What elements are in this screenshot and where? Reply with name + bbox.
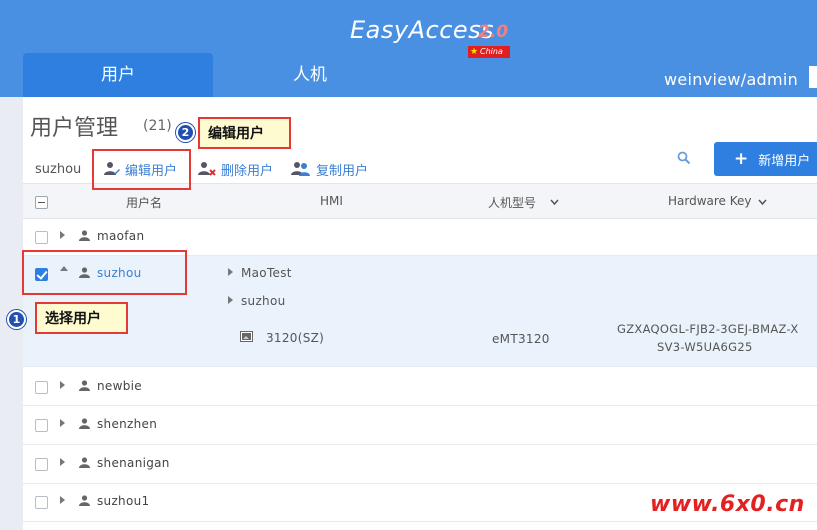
delete-user-label: 删除用户 <box>221 163 274 179</box>
expand-arrow-icon[interactable] <box>60 381 65 389</box>
username[interactable]: newbie <box>97 379 142 393</box>
table-row[interactable]: newbie <box>23 367 817 406</box>
user-menu-edge <box>809 66 817 88</box>
tab-hmi[interactable]: 人机 <box>215 53 405 97</box>
group-expand-icon[interactable] <box>228 268 233 276</box>
tab-users[interactable]: 用户 <box>23 53 213 97</box>
step-2-marker: 2 <box>176 123 195 142</box>
chevron-down-icon[interactable] <box>758 199 767 206</box>
username[interactable]: suzhou1 <box>97 494 149 508</box>
china-flag-badge: ★ China <box>468 46 510 58</box>
delete-user-button[interactable]: 删除用户 <box>198 158 273 180</box>
expand-arrow-icon[interactable] <box>60 496 65 504</box>
row-checkbox[interactable] <box>35 496 48 509</box>
hardware-key-line1: GZXAQOGL-FJB2-3GEJ-BMAZ-X <box>617 322 799 336</box>
expand-arrow-icon[interactable] <box>60 458 65 466</box>
user-icon <box>79 230 90 241</box>
logo-text: EasyAccess <box>350 16 495 44</box>
select-user-highlight <box>22 250 187 295</box>
watermark: www.6x0.cn <box>650 492 805 517</box>
page-title: 用户管理 <box>30 116 119 141</box>
username[interactable]: shenanigan <box>97 456 170 470</box>
header-username[interactable]: 用户名 <box>126 194 162 211</box>
header-hardware-key[interactable]: Hardware Key <box>668 194 752 208</box>
hmi-device-name[interactable]: 3120(SZ) <box>266 331 324 345</box>
username[interactable]: maofan <box>97 229 144 243</box>
logo-version: 2.0 <box>478 22 509 42</box>
select-all-checkbox[interactable] <box>35 196 48 209</box>
selected-user-label: suzhou <box>35 162 82 177</box>
hmi-device-icon <box>240 331 253 342</box>
user-delete-icon <box>198 162 216 176</box>
table-row[interactable]: shenanigan <box>23 445 817 484</box>
flag-label: China <box>480 47 503 56</box>
app-header: EasyAccess 2.0 ★ China 用户 人机 weinview/adm… <box>0 0 817 97</box>
username[interactable]: shenzhen <box>97 417 157 431</box>
user-icon <box>79 418 90 429</box>
copy-user-button[interactable]: 复制用户 <box>291 158 368 180</box>
row-checkbox[interactable] <box>35 381 48 394</box>
user-icon <box>79 380 90 391</box>
copy-user-label: 复制用户 <box>316 163 369 179</box>
step-2-callout: 编辑用户 <box>198 117 291 149</box>
row-checkbox[interactable] <box>35 231 48 244</box>
expand-arrow-icon[interactable] <box>60 231 65 239</box>
chevron-down-icon[interactable] <box>550 199 559 206</box>
group-expand-icon[interactable] <box>228 296 233 304</box>
user-count: (21) <box>143 118 172 134</box>
user-copy-icon <box>291 162 310 176</box>
table-row[interactable]: shenzhen <box>23 406 817 445</box>
row-checkbox[interactable] <box>35 419 48 432</box>
hmi-model: eMT3120 <box>492 332 550 346</box>
star-icon: ★ <box>470 47 479 57</box>
hmi-group[interactable]: suzhou <box>241 294 286 308</box>
header-hmi: HMI <box>320 194 343 208</box>
edit-user-highlight <box>92 149 191 190</box>
search-icon[interactable] <box>677 151 691 165</box>
header-model[interactable]: 人机型号 <box>488 194 536 211</box>
user-icon <box>79 495 90 506</box>
add-user-button[interactable]: + 新增用户 <box>714 142 817 176</box>
row-checkbox[interactable] <box>35 458 48 471</box>
user-icon <box>79 457 90 468</box>
plus-icon: + <box>734 149 749 169</box>
current-user-menu[interactable]: weinview/admin <box>664 70 798 89</box>
step-1-marker: 1 <box>7 310 26 329</box>
expand-arrow-icon[interactable] <box>60 419 65 427</box>
hardware-key-line2: SV3-W5UA6G25 <box>657 340 753 354</box>
step-1-callout: 选择用户 <box>35 302 128 334</box>
hmi-group[interactable]: MaoTest <box>241 266 292 280</box>
add-user-label: 新增用户 <box>758 153 811 169</box>
